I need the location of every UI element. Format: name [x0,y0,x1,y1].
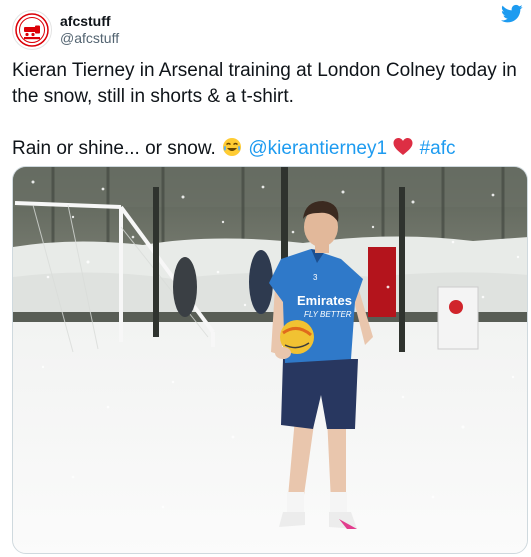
tweet-text: Kieran Tierney in Arsenal training at Lo… [12,58,517,162]
tweet-header: afcstuff @afcstuff [12,8,119,52]
user-block: afcstuff @afcstuff [60,13,119,47]
twitter-bird-icon[interactable] [501,4,523,24]
tweet-card[interactable]: afcstuff @afcstuff Kieran Tierney in Ars… [0,0,531,557]
snow-training-photo: Emirates FLY BETTER 3 [13,167,527,553]
shirt-sponsor: Emirates [297,293,352,308]
user-handle[interactable]: @afcstuff [60,30,119,47]
tweet-text-paragraph-2: Rain or shine... or snow. @kierantierney… [12,136,517,162]
shirt-tagline: FLY BETTER [304,310,352,319]
tweet-text-line2: Rain or shine... or snow. [12,138,222,159]
shirt-number: 3 [313,273,318,282]
tweet-photo[interactable]: Emirates FLY BETTER 3 [12,166,528,554]
tweet-text-paragraph-1: Kieran Tierney in Arsenal training at Lo… [12,60,517,107]
hashtag-link[interactable]: #afc [420,138,456,159]
avatar[interactable] [12,10,52,50]
display-name[interactable]: afcstuff [60,13,119,30]
face-with-tears-of-joy-emoji [223,138,242,156]
red-heart-emoji [393,138,413,155]
mention-link[interactable]: @kierantierney1 [248,138,387,159]
arsenal-crest-icon [15,13,49,47]
